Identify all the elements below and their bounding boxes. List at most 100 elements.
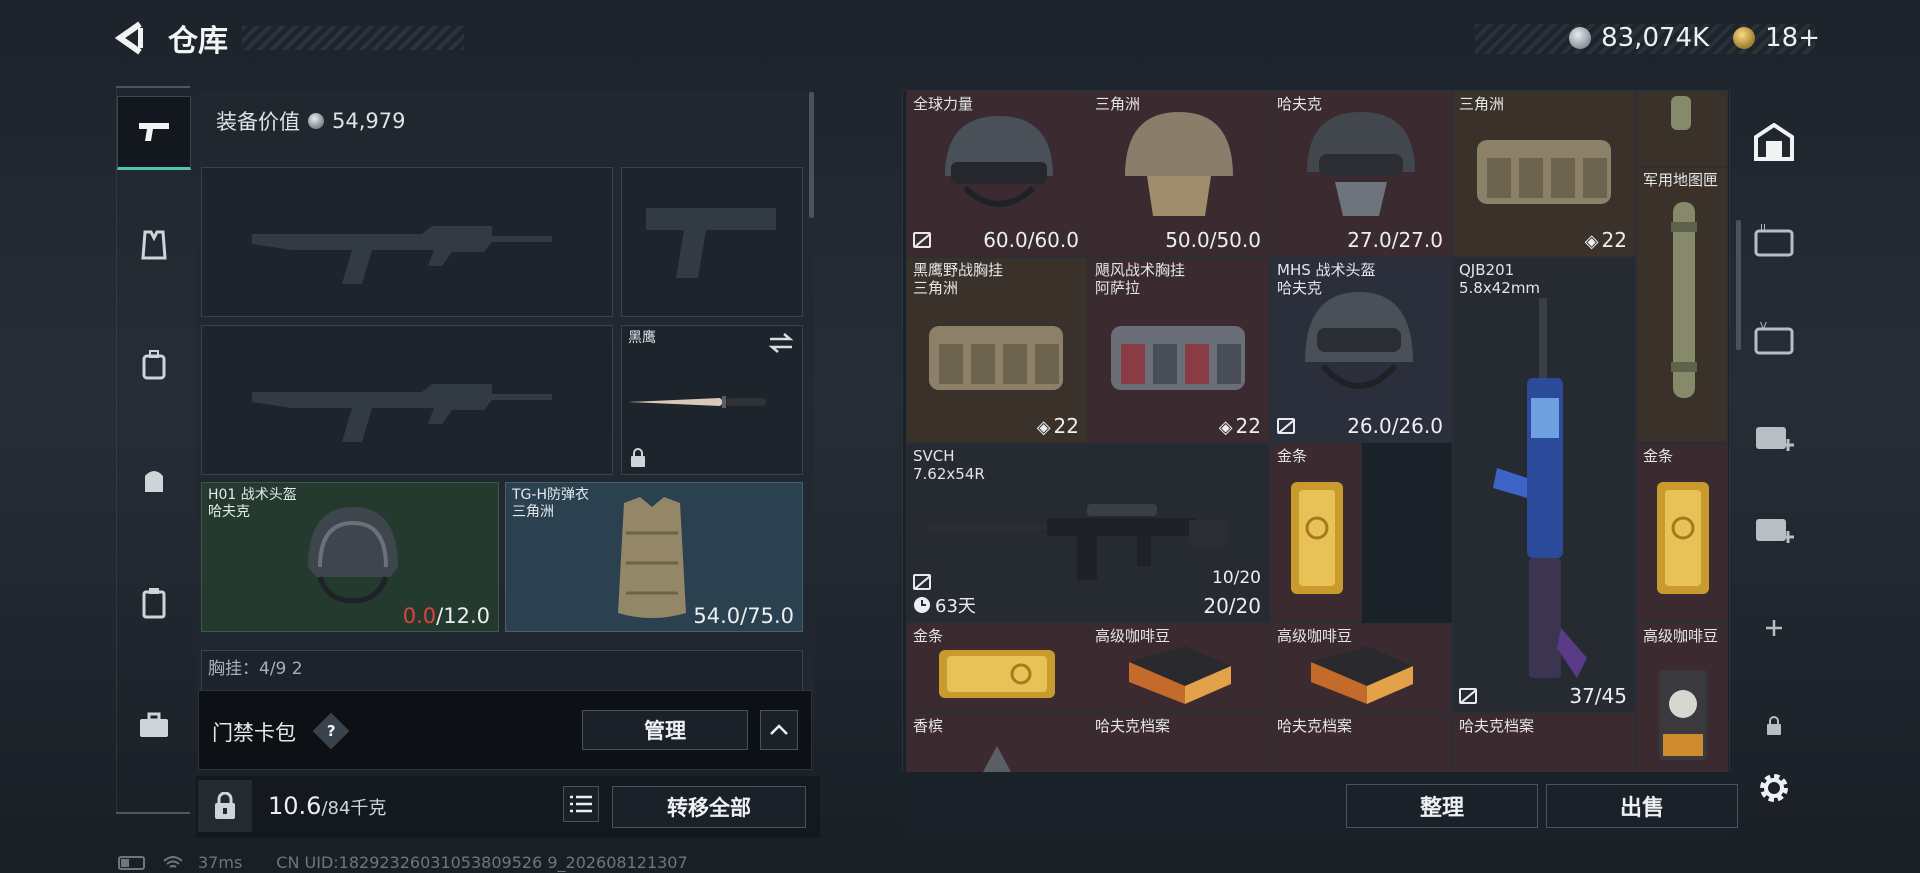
chest-rig-icon xyxy=(1477,140,1611,204)
uid-text: CN UID:18292326031053809526 9_2026081213… xyxy=(276,853,688,872)
stash-item[interactable]: 全球力量 60.0/60.0 xyxy=(906,91,1088,257)
map-case-icon xyxy=(1671,202,1697,398)
stash-item[interactable]: 金条 xyxy=(1270,443,1362,623)
melee-slot[interactable]: 黑鹰 xyxy=(621,325,803,475)
add-page-button[interactable] xyxy=(1752,606,1796,650)
chest-rig-icon xyxy=(929,326,1063,390)
rail-backpack[interactable] xyxy=(117,328,191,402)
stash-scrollbar[interactable] xyxy=(1736,220,1741,350)
chest-rig-header[interactable]: 胸挂：4/9 2 xyxy=(201,650,803,690)
svg-text:V: V xyxy=(1760,321,1767,332)
toolbox-icon xyxy=(140,712,168,737)
sell-button[interactable]: 出售 xyxy=(1546,784,1738,828)
item-slots: ◈ 22 xyxy=(1585,228,1627,252)
ping: 37ms xyxy=(198,853,243,872)
list-view-button[interactable] xyxy=(563,786,599,822)
item-name: 哈夫克档案 xyxy=(1095,717,1171,735)
stash-item[interactable]: 金条 xyxy=(906,623,1088,713)
equip-value-amount: 54,979 xyxy=(332,109,406,133)
case-icon xyxy=(142,588,166,619)
helmet-label: H01 战术头盔 哈夫克 xyxy=(208,487,297,521)
stash-item[interactable]: 三角洲 50.0/50.0 xyxy=(1088,91,1270,257)
armor-durability: 54.0/75.0 xyxy=(693,604,794,628)
stash-page-5[interactable] xyxy=(1752,506,1796,550)
carry-weight: 10.6/84千克 xyxy=(268,792,386,820)
rail-weapons[interactable] xyxy=(117,96,191,170)
header: 仓库 xyxy=(112,16,228,60)
currency-coin-icon xyxy=(1569,27,1592,49)
item-slots: ◈ 22 xyxy=(1037,414,1079,438)
swap-icon[interactable] xyxy=(768,332,794,354)
transfer-all-button[interactable]: 转移全部 xyxy=(612,786,806,828)
padlock-icon xyxy=(215,792,235,819)
armor-label: TG-H防弹衣 三角洲 xyxy=(512,487,589,521)
item-name: 香槟 xyxy=(913,717,944,735)
stash-page-2[interactable]: II xyxy=(1752,218,1796,262)
stash-item[interactable]: 军用地图匣 xyxy=(1636,167,1728,443)
stash-item[interactable]: 飓风战术胸挂 阿萨拉 ◈ 22 xyxy=(1088,257,1270,443)
stash-item[interactable]: 哈夫克 27.0/27.0 xyxy=(1270,91,1452,257)
stash-page-3[interactable]: V xyxy=(1752,316,1796,360)
item-ammo: 20/20 xyxy=(1203,594,1261,618)
secondary-weapon-slot[interactable] xyxy=(201,325,613,475)
stash-item[interactable]: 金条 xyxy=(1636,443,1728,623)
champagne-icon xyxy=(983,746,1011,772)
wifi-icon xyxy=(163,855,183,868)
chest-rig-icon xyxy=(1111,326,1245,390)
warehouse-icon xyxy=(1754,123,1794,161)
helmet-brand: 哈夫克 xyxy=(208,504,250,520)
unmarked-icon xyxy=(1459,688,1477,704)
loadout-scrollbar[interactable] xyxy=(809,92,814,218)
lock-page-button[interactable] xyxy=(1752,704,1796,748)
coffee-bag-icon xyxy=(1311,646,1413,704)
back-arrow-icon[interactable] xyxy=(112,20,146,56)
expand-button[interactable] xyxy=(760,710,798,750)
stash-item[interactable]: 高级咖啡豆 xyxy=(1270,623,1452,713)
stash-tab-icon: V xyxy=(1754,321,1794,355)
armor-slot[interactable]: TG-H防弹衣 三角洲 54.0/75.0 xyxy=(505,482,803,632)
stash-item[interactable]: 高级咖啡豆 xyxy=(1088,623,1270,713)
item-name: 高级咖啡豆 xyxy=(1643,627,1719,645)
helmet-icon xyxy=(1305,292,1413,389)
helmet-icon xyxy=(308,507,398,604)
item-name: 哈夫克档案 xyxy=(1277,717,1353,735)
item-slots-count: 22 xyxy=(1235,414,1261,438)
stash-item[interactable]: 黑鹰野战胸挂 三角洲 ◈ 22 xyxy=(906,257,1088,443)
item-name: 军用地图匣 xyxy=(1643,171,1719,189)
primary-weapon-slot[interactable] xyxy=(201,167,613,317)
stash-item[interactable] xyxy=(1636,91,1728,167)
sort-button[interactable]: 整理 xyxy=(1346,784,1538,828)
rail-pouch[interactable] xyxy=(117,443,191,517)
helmet-slot[interactable]: H01 战术头盔 哈夫克 0.0/12.0 xyxy=(201,482,499,632)
stash-item[interactable]: 三角洲 ◈ 22 xyxy=(1452,91,1636,257)
vest-icon xyxy=(141,230,167,260)
gear-icon xyxy=(1760,774,1788,802)
manage-button[interactable]: 管理 xyxy=(582,710,748,750)
helmet-icon xyxy=(1125,112,1233,216)
stash-page-4[interactable] xyxy=(1752,414,1796,458)
coin-icon xyxy=(308,113,324,129)
weight-current: 10.6 xyxy=(268,792,322,820)
category-rail xyxy=(116,88,191,814)
stash-page-main[interactable] xyxy=(1752,120,1796,164)
pistol-slot[interactable] xyxy=(621,167,803,317)
rail-case[interactable] xyxy=(117,566,191,640)
unmarked-icon xyxy=(1277,418,1295,434)
item-name: 三角洲 xyxy=(1459,95,1505,113)
stash-item[interactable]: SVCH 7.62x54R 10/20 63天 20/20 xyxy=(906,443,1270,623)
rail-vest[interactable] xyxy=(117,208,191,282)
unmarked-icon xyxy=(913,574,931,590)
clock-icon xyxy=(914,597,930,613)
svg-text:II: II xyxy=(1760,223,1766,234)
rifle-silhouette-icon xyxy=(252,384,552,442)
stash-item[interactable]: MHS 战术头盔 哈夫克 26.0/26.0 xyxy=(1270,257,1452,443)
rifle-icon xyxy=(1493,298,1587,678)
ticket-count[interactable]: 18+ xyxy=(1765,23,1820,53)
vest-icon: ◈ xyxy=(1218,417,1233,438)
rail-toolbox[interactable] xyxy=(117,688,191,762)
stash-item[interactable]: QJB201 5.8x42mm 37/45 xyxy=(1452,257,1636,713)
lock-button[interactable] xyxy=(198,780,252,832)
item-name: 黑鹰野战胸挂 三角洲 xyxy=(913,261,1004,297)
settings-button[interactable] xyxy=(1752,766,1796,810)
ticket-icon xyxy=(1733,27,1756,49)
